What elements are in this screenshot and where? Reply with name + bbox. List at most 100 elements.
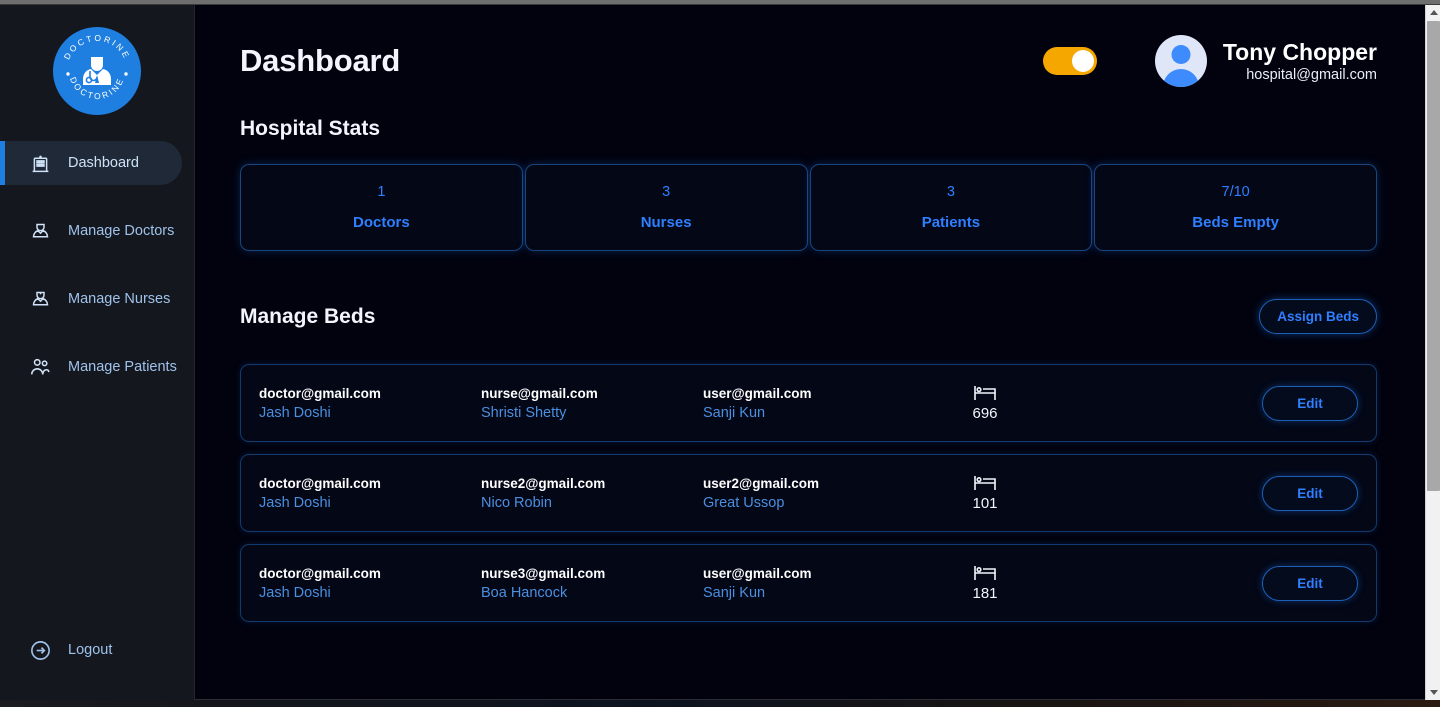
hospital-icon: [28, 151, 52, 175]
doctor-figure-icon: [83, 57, 111, 85]
edit-button[interactable]: Edit: [1262, 385, 1358, 421]
bed-number-cell: 101: [925, 474, 1045, 512]
bed-edit-cell: Edit: [1262, 475, 1358, 511]
bed-number-cell: 696: [925, 384, 1045, 422]
patient-email: user2@gmail.com: [703, 475, 819, 491]
doctor-name: Jash Doshi: [259, 404, 331, 421]
stat-label: Patients: [921, 214, 981, 231]
scrollbar-down-button[interactable]: [1426, 685, 1440, 700]
brand-logo: DOCTORINE DOCTORINE: [0, 5, 194, 135]
doctor-email: doctor@gmail.com: [259, 475, 381, 491]
sidebar-item-manage-patients[interactable]: Manage Patients: [0, 345, 194, 389]
table-row[interactable]: doctor@gmail.com Jash Doshi nurse3@gmail…: [240, 544, 1377, 622]
table-row[interactable]: doctor@gmail.com Jash Doshi nurse2@gmail…: [240, 454, 1377, 532]
avatar-body: [1162, 69, 1199, 87]
bed-nurse-cell: nurse@gmail.com Shristi Shetty: [481, 386, 703, 421]
user-name: Tony Chopper: [1222, 38, 1377, 65]
bed-nurse-cell: nurse2@gmail.com Nico Robin: [481, 476, 703, 511]
nurse-email: nurse@gmail.com: [481, 385, 598, 401]
patient-email: user@gmail.com: [703, 385, 812, 401]
sidebar-item-label: Manage Patients: [68, 359, 177, 375]
user-avatar-icon[interactable]: [1154, 35, 1207, 87]
app-root: DOCTORINE DOCTORINE Dashboard Manage Doc…: [0, 0, 1440, 707]
hospital-bed-icon: [973, 564, 997, 582]
stat-card-patients[interactable]: 3 Patients: [809, 164, 1093, 251]
doctor-name: Jash Doshi: [259, 584, 331, 601]
doctor-name: Jash Doshi: [259, 494, 331, 511]
stat-value: 1: [377, 184, 386, 200]
doctor-email: doctor@gmail.com: [259, 385, 381, 401]
patient-name: Sanji Kun: [703, 404, 766, 421]
assign-beds-button[interactable]: Assign Beds: [1259, 299, 1377, 334]
patient-email: user@gmail.com: [703, 565, 812, 581]
edit-button[interactable]: Edit: [1262, 565, 1358, 601]
content-area: Hospital Stats 1 Doctors 3 Nurses 3 Pati…: [195, 117, 1425, 622]
hospital-stats-title: Hospital Stats: [240, 117, 381, 140]
doctor-icon: [28, 219, 52, 243]
stat-label: Nurses: [640, 214, 692, 231]
bed-number: 181: [972, 585, 998, 602]
bed-nurse-cell: nurse3@gmail.com Boa Hancock: [481, 566, 703, 601]
sidebar-nav: Dashboard Manage Doctors Manage Nurses M…: [0, 141, 194, 389]
stat-card-nurses[interactable]: 3 Nurses: [524, 164, 808, 251]
chevron-down-icon: [1429, 690, 1438, 695]
main-content: Dashboard Tony Chopper hospital@gmail.co…: [195, 5, 1425, 700]
nurse-icon: [28, 287, 52, 311]
sidebar-item-label: Manage Doctors: [68, 223, 175, 239]
hospital-bed-icon: [973, 384, 997, 402]
bed-doctor-cell: doctor@gmail.com Jash Doshi: [259, 476, 481, 511]
doctor-email: doctor@gmail.com: [259, 565, 381, 581]
stat-value: 7/10: [1221, 184, 1250, 200]
hospital-stats-row: 1 Doctors 3 Nurses 3 Patients 7/10 Beds …: [240, 164, 1377, 251]
stat-label: Beds Empty: [1192, 214, 1279, 231]
sidebar: DOCTORINE DOCTORINE Dashboard Manage Doc…: [0, 5, 195, 700]
patient-name: Sanji Kun: [703, 584, 766, 601]
header-right: Tony Chopper hospital@gmail.com: [1042, 35, 1377, 87]
scrollbar-thumb[interactable]: [1427, 21, 1440, 491]
manage-beds-header: Manage Beds Assign Beds: [240, 299, 1377, 334]
stat-card-beds-empty[interactable]: 7/10 Beds Empty: [1094, 164, 1377, 251]
bed-edit-cell: Edit: [1262, 385, 1358, 421]
stat-card-doctors[interactable]: 1 Doctors: [240, 164, 523, 251]
table-row[interactable]: doctor@gmail.com Jash Doshi nurse@gmail.…: [240, 364, 1377, 442]
bed-patient-cell: user2@gmail.com Great Ussop: [703, 476, 925, 511]
bed-number: 696: [972, 405, 998, 422]
avatar-head: [1171, 45, 1191, 64]
bed-doctor-cell: doctor@gmail.com Jash Doshi: [259, 386, 481, 421]
manage-beds-title: Manage Beds: [240, 304, 376, 328]
chevron-up-icon: [1429, 10, 1438, 15]
sidebar-item-label: Manage Nurses: [68, 291, 171, 307]
bed-patient-cell: user@gmail.com Sanji Kun: [703, 566, 925, 601]
theme-toggle-knob: [1071, 50, 1094, 72]
bed-doctor-cell: doctor@gmail.com Jash Doshi: [259, 566, 481, 601]
bed-patient-cell: user@gmail.com Sanji Kun: [703, 386, 925, 421]
sidebar-item-dashboard[interactable]: Dashboard: [0, 141, 182, 185]
header-bar: Dashboard Tony Chopper hospital@gmail.co…: [195, 5, 1425, 117]
user-email: hospital@gmail.com: [1246, 67, 1377, 84]
theme-toggle[interactable]: [1042, 47, 1097, 75]
sidebar-item-manage-doctors[interactable]: Manage Doctors: [0, 209, 194, 253]
stat-label: Doctors: [353, 214, 410, 231]
bed-list: doctor@gmail.com Jash Doshi nurse@gmail.…: [240, 364, 1377, 622]
nurse-name: Shristi Shetty: [481, 404, 567, 421]
nurse-email: nurse2@gmail.com: [481, 475, 606, 491]
sidebar-item-manage-nurses[interactable]: Manage Nurses: [0, 277, 194, 321]
user-info: Tony Chopper hospital@gmail.com: [1223, 38, 1377, 85]
nurse-name: Boa Hancock: [481, 584, 568, 601]
browser-bottom-chrome: [0, 699, 1440, 707]
bed-number-cell: 181: [925, 564, 1045, 602]
bed-number: 101: [972, 495, 998, 512]
logout-arrow-icon: [28, 638, 52, 662]
page-title: Dashboard: [240, 43, 401, 78]
stat-value: 3: [946, 184, 955, 200]
patient-name: Great Ussop: [703, 494, 785, 511]
patients-group-icon: [28, 355, 52, 379]
nurse-email: nurse3@gmail.com: [481, 565, 606, 581]
vertical-scrollbar[interactable]: [1425, 5, 1440, 700]
scrollbar-up-button[interactable]: [1426, 5, 1440, 20]
doctorine-logo-circle: DOCTORINE DOCTORINE: [53, 27, 141, 115]
sidebar-item-label: Dashboard: [68, 155, 139, 171]
edit-button[interactable]: Edit: [1262, 475, 1358, 511]
logout-button[interactable]: Logout: [0, 630, 112, 670]
bed-edit-cell: Edit: [1262, 565, 1358, 601]
